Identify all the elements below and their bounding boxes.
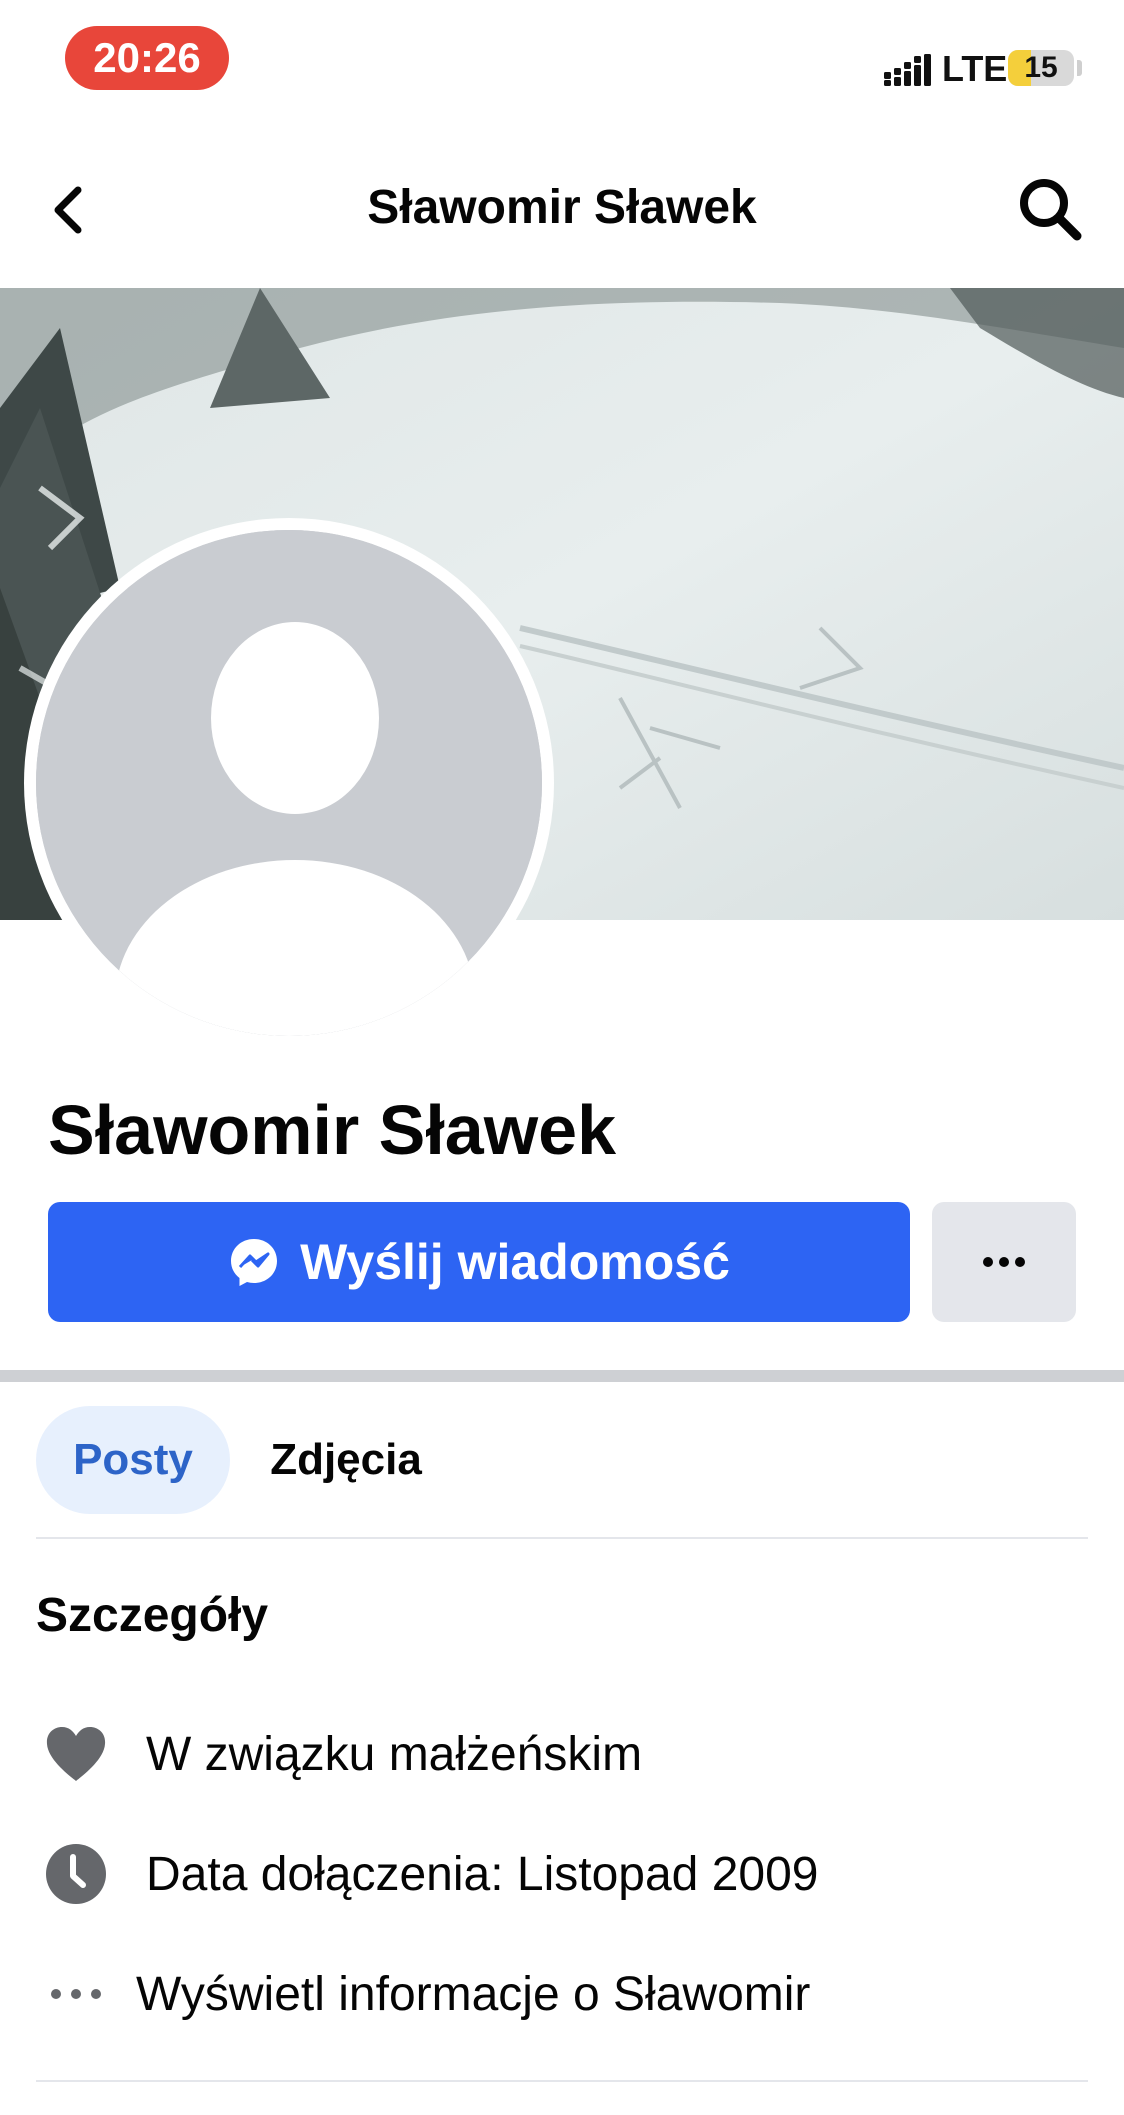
send-message-button[interactable]: Wyślij wiadomość [48,1202,910,1322]
messenger-icon [231,1239,278,1286]
section-divider [0,1370,1124,1382]
more-horizontal-icon [36,1954,116,2034]
profile-name: Sławomir Sławek [48,1091,617,1169]
profile-picture[interactable] [24,518,554,1048]
detail-see-about[interactable]: Wyświetl informacje o Sławomir [36,1954,810,2034]
battery-icon: 15 [1008,50,1074,86]
status-bar: 20:26 LTE 15 [0,0,1124,120]
battery-tip [1077,60,1082,76]
detail-joined-text: Data dołączenia: Listopad 2009 [146,1847,819,1901]
detail-see-about-text[interactable]: Wyświetl informacje o Sławomir [136,1967,810,2022]
detail-joined: Data dołączenia: Listopad 2009 [36,1834,819,1914]
details-heading: Szczegóły [36,1589,269,1642]
nav-title: Sławomir Sławek [367,181,757,234]
cellular-signal-icon [884,54,931,86]
tab-photos[interactable]: Zdjęcia [256,1406,436,1514]
more-horizontal-icon [983,1257,1025,1267]
clock-icon [36,1834,116,1914]
network-type: LTE [942,48,1008,89]
tabs-divider [36,1537,1088,1539]
details-divider [36,2080,1088,2082]
search-icon[interactable] [1015,174,1085,244]
status-time: 20:26 [65,26,229,90]
default-avatar-icon [36,530,542,1036]
nav-bar: Sławomir Sławek [0,130,1124,288]
heart-icon [36,1714,116,1794]
more-options-button[interactable] [932,1202,1076,1322]
tab-posts[interactable]: Posty [36,1406,230,1514]
battery-level: 15 [1024,51,1058,84]
chevron-left-icon[interactable] [40,180,100,240]
send-message-label: Wyślij wiadomość [300,1234,730,1290]
detail-relationship: W związku małżeńskim [36,1714,642,1794]
detail-relationship-text: W związku małżeńskim [146,1727,643,1781]
